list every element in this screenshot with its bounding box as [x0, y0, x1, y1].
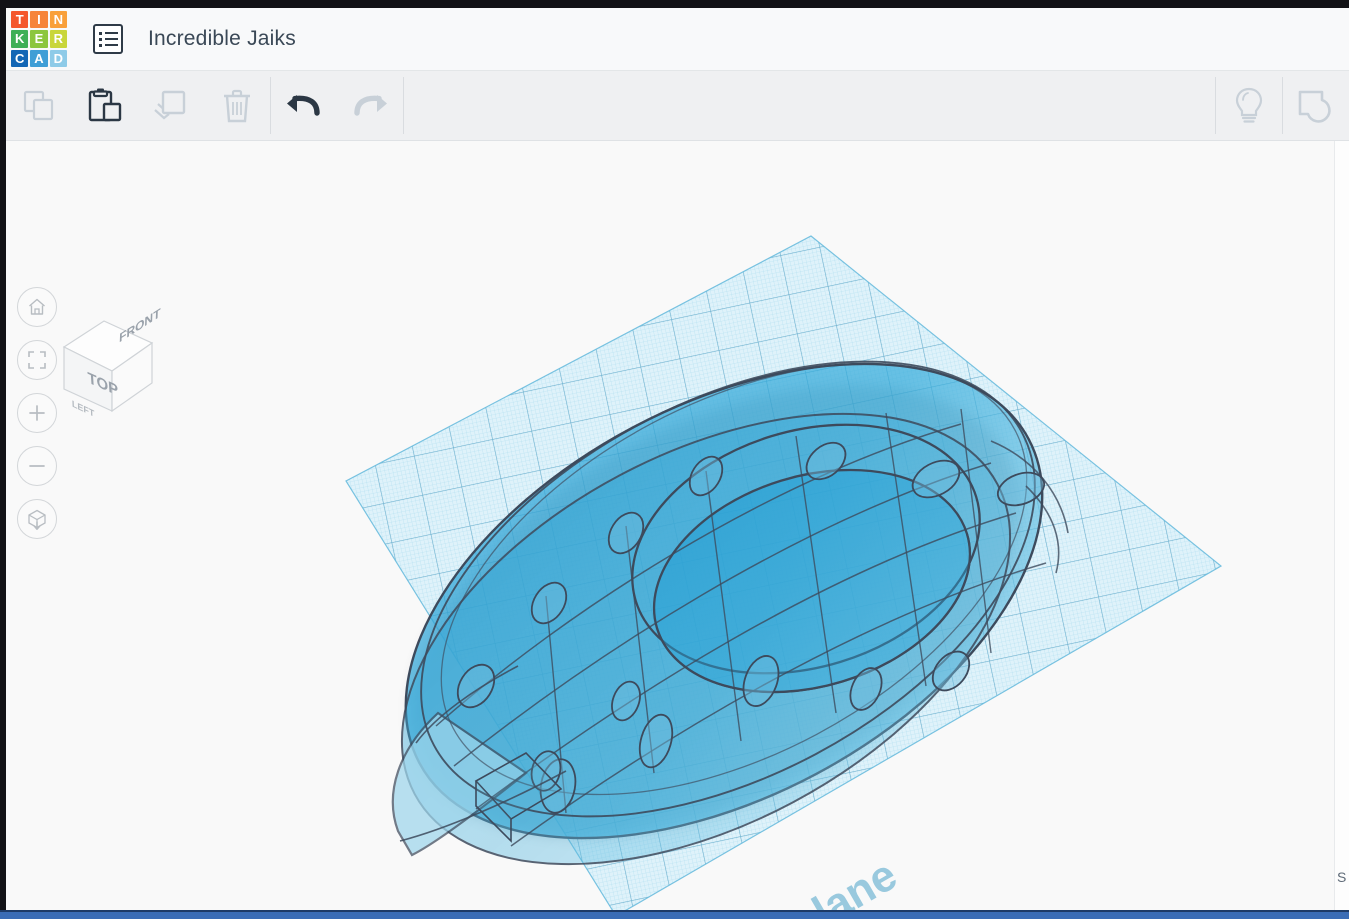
list-menu-icon[interactable]	[93, 24, 123, 54]
menu-dot	[98, 43, 102, 47]
home-view-button[interactable]	[17, 287, 57, 327]
lightbulb-icon	[1235, 87, 1263, 123]
plus-icon	[29, 405, 45, 421]
redo-arrow-icon	[354, 94, 387, 116]
trash-icon	[224, 89, 250, 122]
logo-tile-k: K	[11, 30, 29, 48]
side-panel-clipped-label: S	[1337, 869, 1347, 885]
menu-line	[104, 44, 118, 46]
ortho-perspective-button[interactable]	[17, 499, 57, 539]
minus-icon	[29, 465, 45, 467]
zoom-out-button[interactable]	[17, 446, 57, 486]
tinkercad-app: TIN KER CAD Incredible Jaiks TOP FRONT LEF…	[0, 0, 1349, 919]
tinkercad-logo[interactable]: TIN KER CAD	[11, 11, 67, 67]
menu-dot	[98, 37, 102, 41]
right-side-panel[interactable]: S	[1334, 141, 1349, 911]
logo-tile-t: T	[11, 11, 29, 29]
right-tool-group	[1216, 71, 1349, 140]
os-taskbar[interactable]	[0, 910, 1349, 919]
fit-brackets-icon	[28, 351, 46, 369]
duplicate-icon	[154, 90, 186, 119]
viewport-nav-controls	[17, 287, 57, 539]
duplicate-button[interactable]	[138, 71, 204, 140]
app-header: TIN KER CAD Incredible Jaiks	[6, 8, 1349, 71]
home-icon	[29, 298, 45, 315]
paste-icon	[88, 88, 122, 121]
workplane-label: Workplane	[687, 850, 906, 911]
menu-line	[104, 38, 118, 40]
copy-button[interactable]	[6, 71, 72, 140]
3d-viewport[interactable]: Workplane	[6, 141, 1334, 911]
logo-tile-e: E	[30, 30, 48, 48]
note-shape-icon	[1298, 90, 1331, 123]
logo-tile-r: R	[49, 30, 67, 48]
lightbulb-button[interactable]	[1216, 71, 1282, 140]
workplane-text-group: Workplane	[687, 850, 906, 911]
logo-tile-n: N	[49, 11, 67, 29]
undo-button[interactable]	[271, 71, 337, 140]
logo-tile-c: C	[11, 49, 29, 67]
cube-arrow-icon	[28, 509, 46, 530]
scene-svg: Workplane	[345, 235, 1223, 911]
delete-button[interactable]	[204, 71, 270, 140]
main-toolbar	[6, 71, 1349, 141]
copy-icon	[23, 90, 54, 120]
redo-button[interactable]	[337, 71, 403, 140]
browser-top-chrome	[0, 0, 1349, 8]
undo-arrow-icon	[287, 94, 320, 116]
fit-to-view-button[interactable]	[17, 340, 57, 380]
logo-tile-a: A	[30, 49, 48, 67]
paste-button[interactable]	[72, 71, 138, 140]
logo-tile-d: D	[49, 49, 67, 67]
page-title[interactable]: Incredible Jaiks	[148, 27, 296, 51]
logo-tile-i: I	[30, 11, 48, 29]
menu-line	[104, 32, 118, 34]
zoom-in-button[interactable]	[17, 393, 57, 433]
menu-dot	[98, 31, 102, 35]
note-button[interactable]	[1283, 71, 1349, 140]
edit-tool-group	[6, 71, 270, 140]
history-tool-group	[271, 71, 403, 140]
